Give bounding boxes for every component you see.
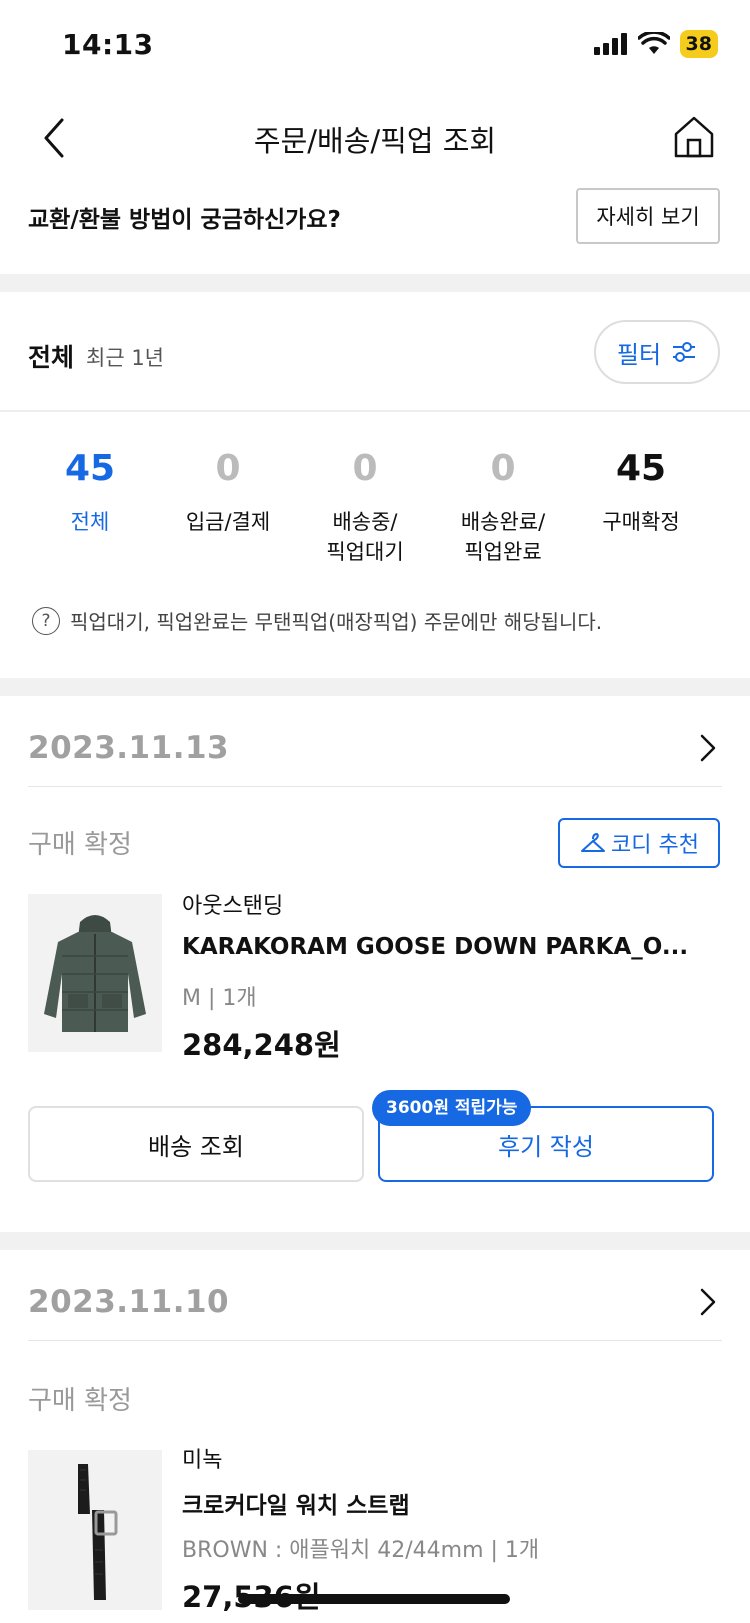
- status-icons: 38: [593, 30, 718, 58]
- home-icon[interactable]: [672, 114, 716, 160]
- pickup-note-text: 픽업대기, 픽업완료는 무탠픽업(매장픽업) 주문에만 해당됩니다.: [70, 610, 603, 634]
- stat-all[interactable]: 45 전체: [20, 448, 160, 537]
- battery-icon: 38: [679, 30, 718, 58]
- stat-label: 배송중/ 픽업대기: [326, 510, 404, 564]
- product-image-strap[interactable]: [28, 1450, 162, 1610]
- codi-recommend-label: 코디 추천: [611, 833, 699, 858]
- product-brand: 아웃스탠딩: [182, 894, 284, 919]
- stat-label: 배송완료/ 픽업완료: [460, 510, 546, 564]
- stat-payment[interactable]: 0 입금/결제: [158, 448, 298, 537]
- question-icon: ?: [32, 606, 60, 635]
- stat-value: 45: [64, 448, 116, 489]
- stat-label: 구매확정: [602, 510, 680, 534]
- order-date: 2023.11.10: [28, 1284, 230, 1320]
- section-gap: [0, 678, 750, 696]
- home-indicator: [238, 1594, 510, 1604]
- stat-value: 0: [352, 448, 378, 489]
- cellular-signal-icon: [593, 33, 627, 55]
- wifi-icon: [637, 32, 670, 54]
- stat-value: 0: [490, 448, 516, 489]
- stat-confirmed[interactable]: 45 구매확정: [571, 448, 711, 537]
- product-price: 284,248원: [182, 1028, 341, 1062]
- product-name[interactable]: KARAKORAM GOOSE DOWN PARKA_O...: [182, 934, 720, 960]
- order-status: 구매 확정: [28, 830, 132, 860]
- view-details-button[interactable]: 자세히 보기: [576, 188, 720, 244]
- filter-period-sub: 최근 1년: [86, 346, 164, 370]
- status-time: 14:13: [62, 28, 154, 61]
- chevron-right-icon[interactable]: [696, 1284, 720, 1320]
- product-brand: 미녹: [182, 1448, 223, 1473]
- order-status: 구매 확정: [28, 1386, 132, 1416]
- divider: [28, 786, 722, 787]
- stat-delivered[interactable]: 0 배송완료/ 픽업완료: [433, 448, 573, 567]
- reward-badge: 3600원 적립가능: [372, 1090, 532, 1126]
- order-date: 2023.11.13: [28, 730, 230, 766]
- product-option: BROWN : 애플워치 42/44mm | 1개: [182, 1538, 540, 1563]
- pickup-note: ? 픽업대기, 픽업완료는 무탠픽업(매장픽업) 주문에만 해당됩니다.: [32, 606, 602, 635]
- codi-recommend-button[interactable]: 코디 추천: [558, 818, 720, 868]
- page-title: 주문/배송/픽업 조회: [253, 124, 497, 158]
- section-gap: [0, 274, 750, 292]
- watch-strap-image: [28, 1450, 162, 1610]
- product-name[interactable]: 크로커다일 워치 스트랩: [182, 1486, 720, 1520]
- filter-period-label: 전체: [28, 343, 75, 372]
- product-image-parka[interactable]: [28, 894, 162, 1052]
- chevron-right-icon[interactable]: [696, 730, 720, 766]
- stat-value: 0: [215, 448, 241, 489]
- stat-shipping[interactable]: 0 배송중/ 픽업대기: [295, 448, 435, 567]
- filter-button-label: 필터: [616, 340, 662, 369]
- exchange-question: 교환/환불 방법이 궁금하신가요?: [28, 207, 341, 233]
- parka-image: [28, 894, 162, 1052]
- divider: [28, 1340, 722, 1341]
- stat-label: 입금/결제: [185, 510, 271, 534]
- product-option: M | 1개: [182, 986, 257, 1011]
- section-gap: [0, 1232, 750, 1250]
- filter-button[interactable]: 필터: [594, 320, 720, 384]
- stat-label: 전체: [70, 510, 110, 534]
- filter-icon: [673, 342, 696, 362]
- hanger-icon: [581, 833, 606, 852]
- divider: [0, 410, 750, 412]
- stat-value: 45: [615, 448, 667, 489]
- delivery-track-button[interactable]: 배송 조회: [28, 1106, 364, 1182]
